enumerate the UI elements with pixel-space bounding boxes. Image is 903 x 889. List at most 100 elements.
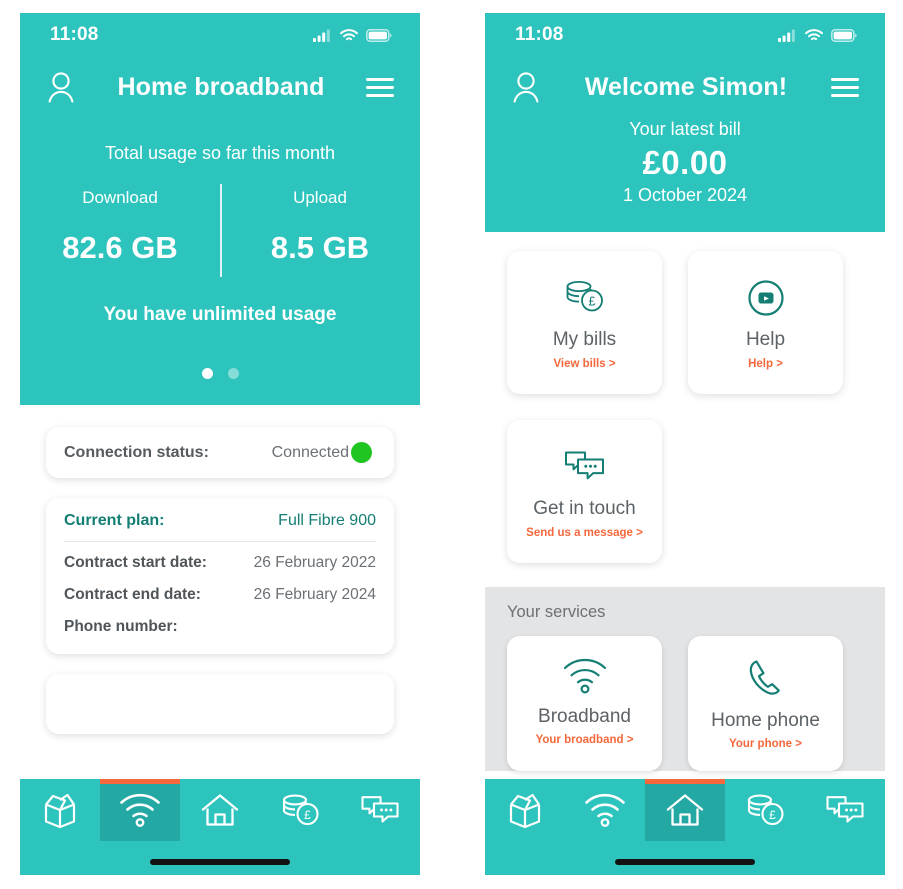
status-bar-clock: 11:08 (515, 24, 564, 45)
service-link[interactable]: Your phone > (729, 738, 802, 750)
status-bar-clock: 11:08 (50, 24, 99, 45)
page-title: Home broadband (117, 72, 325, 101)
your-services-row: Broadband Your broadband > Home phone Yo… (507, 636, 863, 771)
usage-caption: Total usage so far this month (104, 143, 336, 163)
tab-broadband[interactable] (100, 779, 180, 841)
tab-home[interactable] (645, 779, 725, 841)
service-tile-home-phone[interactable]: Home phone Your phone > (688, 636, 843, 771)
connection-status-label: Connection status: (64, 443, 209, 461)
current-plan-label: Current plan: (64, 512, 165, 529)
tile-link[interactable]: Help > (748, 358, 783, 370)
chat-bubbles-icon (361, 796, 399, 823)
svg-text:£: £ (304, 808, 311, 822)
coins-pound-icon: £ (747, 794, 784, 826)
download-column: Download 82.6 GB (20, 188, 220, 266)
table-row: Phone number: (64, 606, 376, 638)
carousel-dots[interactable] (20, 368, 420, 379)
tab-products[interactable] (20, 779, 100, 841)
carousel-dot-2[interactable] (227, 368, 239, 379)
tab-home[interactable] (180, 779, 260, 841)
usage-divider (220, 184, 222, 277)
battery-icon (366, 28, 392, 42)
latest-bill-amount: £0.00 (642, 144, 728, 181)
status-bar-icons (313, 28, 392, 42)
person-icon[interactable] (46, 70, 76, 104)
tile-link[interactable]: View bills > (553, 358, 615, 370)
phone-handset-icon (749, 660, 780, 695)
chat-bubbles-icon (826, 796, 864, 823)
status-bar: 11:08 (485, 13, 885, 57)
tile-link[interactable]: Send us a message > (526, 527, 643, 539)
signal-icon (778, 29, 795, 42)
service-link[interactable]: Your broadband > (536, 734, 634, 746)
tile-get-in-touch[interactable]: Get in touch Send us a message > (507, 420, 662, 563)
tab-bills[interactable]: £ (725, 779, 805, 841)
bottom-tab-bar: £ (20, 779, 420, 875)
current-plan-card[interactable]: Current plan: Full Fibre 900 Contract st… (46, 498, 394, 654)
tile-my-bills[interactable]: £ My bills View bills > (507, 251, 662, 394)
carousel-dot-1[interactable] (201, 368, 213, 379)
contract-start-label: Contract start date: (64, 554, 207, 571)
svg-text:£: £ (588, 295, 595, 309)
svg-text:£: £ (769, 808, 776, 822)
coins-pound-icon: £ (282, 794, 319, 826)
status-bar-icons (778, 28, 857, 42)
contract-start-value: 26 February 2022 (253, 554, 376, 571)
tab-messages[interactable] (805, 779, 885, 841)
phone-home-screen: 11:08 Welcome Simon! Your latest bill £0… (485, 13, 885, 875)
chat-bubbles-icon (564, 451, 604, 480)
bottom-tab-bar: £ (485, 779, 885, 875)
contract-end-value: 26 February 2024 (253, 585, 376, 603)
next-card-partial[interactable] (46, 673, 394, 734)
page-title: Welcome Simon! (584, 72, 788, 101)
coins-pound-icon: £ (566, 281, 603, 312)
wifi-icon (340, 28, 358, 40)
tile-icon-wrap: £ (562, 275, 608, 321)
hamburger-icon[interactable] (831, 77, 859, 97)
screenshot-canvas: 11:08 Home broadband Total usage so far … (0, 0, 903, 889)
tab-broadband[interactable] (565, 779, 645, 841)
status-bar: 11:08 (20, 13, 420, 57)
connection-status-value: Connected (271, 443, 349, 461)
house-icon (201, 794, 239, 826)
contract-end-label: Contract end date: (64, 585, 201, 603)
person-icon[interactable] (511, 70, 541, 104)
tab-list: £ (485, 779, 885, 841)
service-tile-broadband[interactable]: Broadband Your broadband > (507, 636, 662, 771)
your-services-title: Your services (507, 603, 606, 621)
current-plan-header: Current plan: Full Fibre 900 (64, 512, 376, 542)
tile-icon-wrap (562, 444, 608, 490)
signal-icon (313, 29, 330, 42)
play-circle-icon (747, 280, 784, 316)
tile-title: My bills (552, 329, 617, 350)
quick-action-tiles: £ My bills View bills > Help Help > Get … (485, 232, 885, 563)
app-nav-bar: Welcome Simon! (485, 57, 885, 115)
wifi-icon (120, 793, 160, 827)
open-box-icon (44, 793, 76, 829)
wifi-icon (585, 793, 625, 827)
your-services-section: Your services Broadband Your broadband > (485, 587, 885, 771)
download-label: Download (82, 188, 158, 207)
app-nav-bar: Home broadband (20, 57, 420, 115)
battery-icon (831, 28, 857, 42)
service-title: Broadband (538, 706, 631, 727)
tab-messages[interactable] (340, 779, 420, 841)
tab-bills[interactable]: £ (260, 779, 340, 841)
connection-status-card[interactable]: Connection status: Connected (46, 427, 394, 478)
download-value: 82.6 GB (62, 230, 178, 265)
hamburger-icon[interactable] (366, 77, 394, 97)
phone-broadband-screen: 11:08 Home broadband Total usage so far … (20, 13, 420, 875)
phone-number-label: Phone number: (64, 617, 178, 635)
tab-products[interactable] (485, 779, 565, 841)
open-box-icon (509, 793, 541, 829)
upload-label: Upload (293, 188, 347, 207)
current-plan-value: Full Fibre 900 (278, 512, 376, 529)
tab-list: £ (20, 779, 420, 841)
table-row: Contract end date: 26 February 2024 (64, 574, 376, 606)
status-led-icon (351, 442, 372, 463)
tile-help[interactable]: Help Help > (688, 251, 843, 394)
latest-bill-date: 1 October 2024 (622, 185, 748, 205)
usage-split: Download 82.6 GB Upload 8.5 GB (20, 184, 420, 277)
tile-title: Get in touch (533, 498, 636, 519)
upload-value: 8.5 GB (270, 230, 370, 265)
